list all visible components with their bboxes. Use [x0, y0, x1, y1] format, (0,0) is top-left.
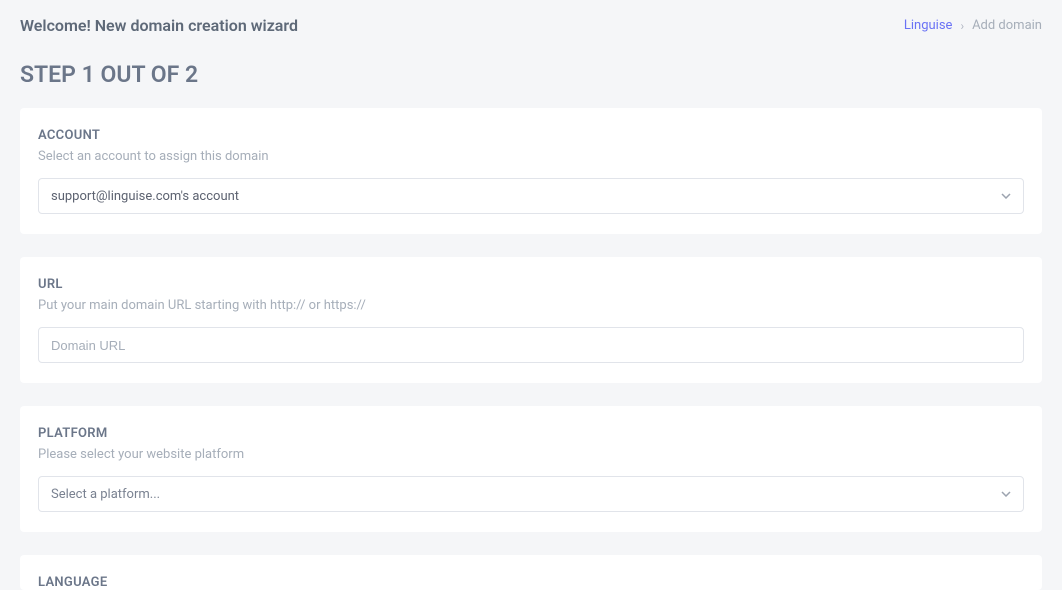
page-header: Welcome! New domain creation wizard Ling… [0, 0, 1062, 45]
account-label: ACCOUNT [38, 128, 1024, 143]
section-account: ACCOUNT Select an account to assign this… [20, 108, 1042, 234]
breadcrumb-current: Add domain [972, 18, 1042, 33]
chevron-right-icon: › [960, 19, 964, 33]
platform-select[interactable]: Select a platform... [38, 476, 1024, 512]
breadcrumb-link-linguise[interactable]: Linguise [904, 18, 953, 33]
section-url: URL Put your main domain URL starting wi… [20, 257, 1042, 383]
platform-label: PLATFORM [38, 426, 1024, 441]
platform-desc: Please select your website platform [38, 447, 1024, 462]
url-label: URL [38, 277, 1024, 292]
chevron-down-icon [1001, 191, 1011, 201]
chevron-down-icon [1001, 489, 1011, 499]
language-label: LANGUAGE [38, 575, 1024, 590]
section-platform: PLATFORM Please select your website plat… [20, 406, 1042, 532]
account-select[interactable]: support@linguise.com's account [38, 178, 1024, 214]
url-input[interactable] [38, 327, 1024, 363]
platform-select-value: Select a platform... [51, 487, 160, 502]
url-desc: Put your main domain URL starting with h… [38, 298, 1024, 313]
breadcrumb: Linguise › Add domain [904, 18, 1042, 33]
section-language: LANGUAGE [20, 555, 1042, 590]
welcome-title: Welcome! New domain creation wizard [20, 16, 298, 35]
step-title: STEP 1 OUT OF 2 [0, 45, 1062, 108]
account-desc: Select an account to assign this domain [38, 149, 1024, 164]
account-select-value: support@linguise.com's account [51, 189, 239, 204]
